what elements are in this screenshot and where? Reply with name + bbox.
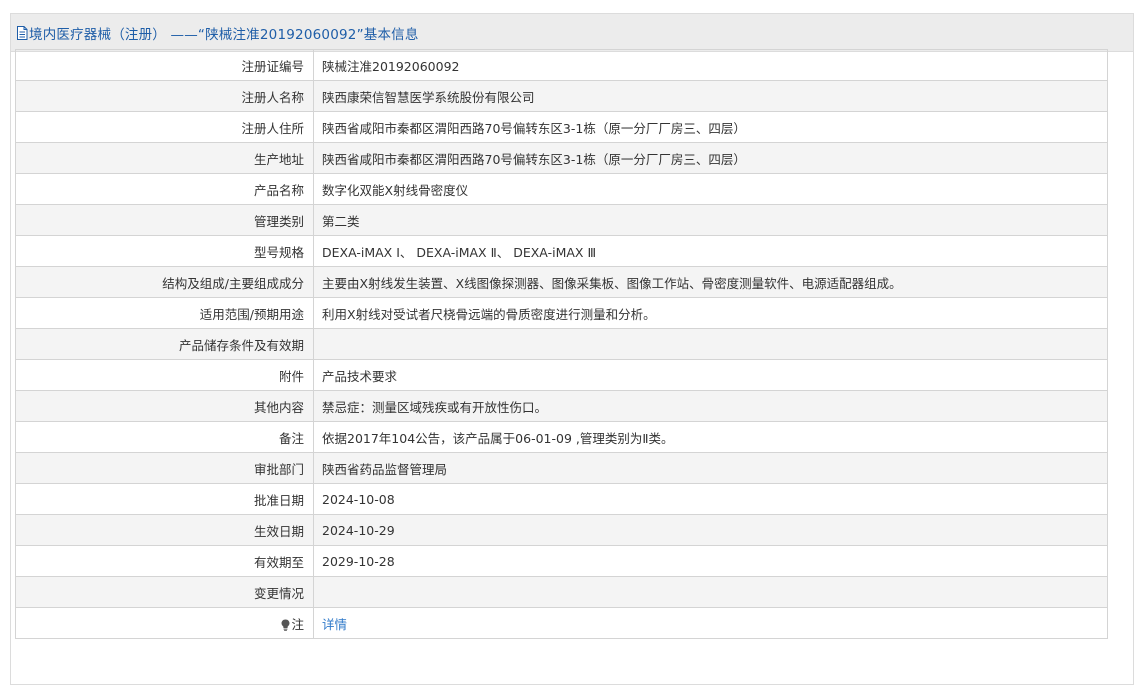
row-label: 有效期至: [15, 545, 314, 577]
row-label: 生产地址: [15, 142, 314, 174]
row-value: 陕西康荣信智慧医学系统股份有限公司: [313, 80, 1108, 112]
table-row: 备注 依据2017年104公告，该产品属于06-01-09 ,管理类别为Ⅱ类。: [15, 421, 1108, 453]
row-value: 陕西省药品监督管理局: [313, 452, 1108, 484]
row-value: 主要由X射线发生装置、X线图像探测器、图像采集板、图像工作站、骨密度测量软件、电…: [313, 266, 1108, 298]
row-value: 陕械注准20192060092: [313, 49, 1108, 81]
row-label: 其他内容: [15, 390, 314, 422]
row-value: 依据2017年104公告，该产品属于06-01-09 ,管理类别为Ⅱ类。: [313, 421, 1108, 453]
row-value: 2024-10-29: [313, 514, 1108, 546]
table-row: 生效日期 2024-10-29: [15, 514, 1108, 546]
row-value: 第二类: [313, 204, 1108, 236]
row-label: 审批部门: [15, 452, 314, 484]
row-value: [313, 576, 1108, 608]
row-label: 生效日期: [15, 514, 314, 546]
table-row: 注册人名称 陕西康荣信智慧医学系统股份有限公司: [15, 80, 1108, 112]
page-title: 境内医疗器械（注册） ——“陕械注准20192060092”基本信息: [29, 26, 419, 43]
row-value: [313, 328, 1108, 360]
row-value: 陕西省咸阳市秦都区渭阳西路70号偏转东区3-1栋（原一分厂厂房三、四层）: [313, 142, 1108, 174]
row-label: 产品名称: [15, 173, 314, 205]
row-label: 注册证编号: [15, 49, 314, 81]
info-table: 注册证编号 陕械注准20192060092 注册人名称 陕西康荣信智慧医学系统股…: [15, 49, 1108, 639]
table-row: 生产地址 陕西省咸阳市秦都区渭阳西路70号偏转东区3-1栋（原一分厂厂房三、四层…: [15, 142, 1108, 174]
table-row: 适用范围/预期用途 利用X射线对受试者尺桡骨远端的骨质密度进行测量和分析。: [15, 297, 1108, 329]
note-label-cell: 注: [15, 607, 314, 639]
table-row: 其他内容 禁忌症：测量区域残疾或有开放性伤口。: [15, 390, 1108, 422]
row-label: 产品储存条件及有效期: [15, 328, 314, 360]
row-value: 数字化双能X射线骨密度仪: [313, 173, 1108, 205]
table-row: 有效期至 2029-10-28: [15, 545, 1108, 577]
table-row: 产品名称 数字化双能X射线骨密度仪: [15, 173, 1108, 205]
row-label: 注册人住所: [15, 111, 314, 143]
row-value: 陕西省咸阳市秦都区渭阳西路70号偏转东区3-1栋（原一分厂厂房三、四层）: [313, 111, 1108, 143]
note-value-cell: 详情: [313, 607, 1108, 639]
row-label: 管理类别: [15, 204, 314, 236]
row-value: 禁忌症：测量区域残疾或有开放性伤口。: [313, 390, 1108, 422]
table-row: 批准日期 2024-10-08: [15, 483, 1108, 515]
table-row: 注册人住所 陕西省咸阳市秦都区渭阳西路70号偏转东区3-1栋（原一分厂厂房三、四…: [15, 111, 1108, 143]
row-label: 备注: [15, 421, 314, 453]
row-label: 适用范围/预期用途: [15, 297, 314, 329]
detail-link[interactable]: 详情: [322, 617, 347, 632]
document-icon: [16, 25, 28, 40]
row-label: 型号规格: [15, 235, 314, 267]
table-row: 附件 产品技术要求: [15, 359, 1108, 391]
row-value: 2029-10-28: [313, 545, 1108, 577]
table-row: 变更情况: [15, 576, 1108, 608]
row-label: 注册人名称: [15, 80, 314, 112]
row-label: 变更情况: [15, 576, 314, 608]
row-label: 结构及组成/主要组成成分: [15, 266, 314, 298]
note-label: 注: [291, 616, 304, 632]
row-value: DEXA-iMAX Ⅰ、 DEXA-iMAX Ⅱ、 DEXA-iMAX Ⅲ: [313, 235, 1108, 267]
row-label: 附件: [15, 359, 314, 391]
table-row: 管理类别 第二类: [15, 204, 1108, 236]
row-value: 利用X射线对受试者尺桡骨远端的骨质密度进行测量和分析。: [313, 297, 1108, 329]
table-row: 审批部门 陕西省药品监督管理局: [15, 452, 1108, 484]
row-value: 2024-10-08: [313, 483, 1108, 515]
row-label: 批准日期: [15, 483, 314, 515]
table-row: 结构及组成/主要组成成分 主要由X射线发生装置、X线图像探测器、图像采集板、图像…: [15, 266, 1108, 298]
lightbulb-icon: [281, 619, 290, 631]
note-row: 注 详情: [15, 607, 1108, 639]
table-row: 产品储存条件及有效期: [15, 328, 1108, 360]
table-row: 注册证编号 陕械注准20192060092: [15, 49, 1108, 81]
table-row: 型号规格 DEXA-iMAX Ⅰ、 DEXA-iMAX Ⅱ、 DEXA-iMAX…: [15, 235, 1108, 267]
panel-header: 境内医疗器械（注册） ——“陕械注准20192060092”基本信息: [11, 14, 1133, 52]
row-value: 产品技术要求: [313, 359, 1108, 391]
